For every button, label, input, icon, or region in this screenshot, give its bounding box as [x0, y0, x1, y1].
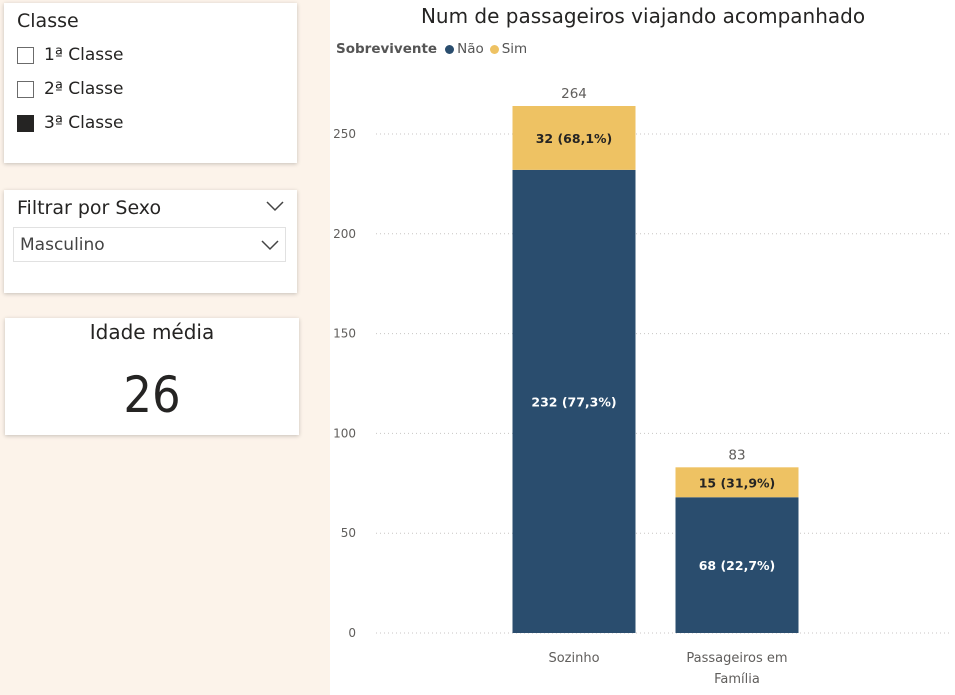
y-tick-label: 150	[333, 327, 356, 341]
checkbox-checked[interactable]	[17, 114, 34, 132]
checkbox[interactable]	[17, 46, 34, 64]
x-category-label: Família	[714, 672, 760, 687]
classe-slicer: Classe 1ª Classe 2ª Classe 3ª Classe	[4, 3, 297, 163]
x-category-label: Sozinho	[548, 651, 599, 666]
data-label: 232 (77,3%)	[531, 394, 616, 409]
sexo-slicer-title: Filtrar por Sexo	[17, 197, 162, 219]
x-category-label: Passageiros em	[686, 651, 787, 666]
kpi-value: 26	[123, 366, 181, 424]
y-tick-label: 50	[341, 526, 356, 540]
slicer-item-1a-classe[interactable]: 1ª Classe	[17, 44, 123, 66]
slicer-item-2a-classe[interactable]: 2ª Classe	[17, 78, 123, 100]
data-label: 32 (68,1%)	[536, 131, 613, 146]
data-label: 15 (31,9%)	[699, 475, 776, 490]
data-label: 68 (22,7%)	[699, 558, 776, 573]
kpi-title: Idade média	[89, 320, 215, 344]
kpi-card: Idade média 26	[5, 318, 299, 435]
y-tick-label: 100	[333, 426, 356, 440]
bar-chart: 0 50 100 150 200 250 232 (77,3%) 32 (68,1%) 264 S…	[333, 86, 952, 687]
slicer-item-label: 2ª Classe	[44, 79, 124, 99]
classe-slicer-title: Classe	[17, 10, 79, 32]
total-label: 83	[728, 447, 745, 463]
sexo-dropdown[interactable]: Masculino	[13, 227, 286, 262]
slicer-item-label: 1ª Classe	[44, 45, 124, 65]
y-tick-label: 0	[348, 626, 356, 640]
slicer-item-3a-classe[interactable]: 3ª Classe	[17, 112, 123, 134]
checkbox[interactable]	[17, 80, 34, 98]
slicer-item-label: 3ª Classe	[44, 113, 124, 133]
chart-panel: Num de passageiros viajando acompanhado …	[330, 0, 955, 695]
y-tick-label: 250	[333, 127, 356, 141]
chevron-down-icon[interactable]	[266, 200, 284, 212]
y-tick-label: 200	[333, 227, 356, 241]
total-label: 264	[561, 86, 587, 102]
sexo-slicer: Filtrar por Sexo Masculino	[4, 190, 297, 293]
chevron-down-icon[interactable]	[261, 239, 279, 251]
dropdown-selected-value: Masculino	[20, 235, 105, 255]
